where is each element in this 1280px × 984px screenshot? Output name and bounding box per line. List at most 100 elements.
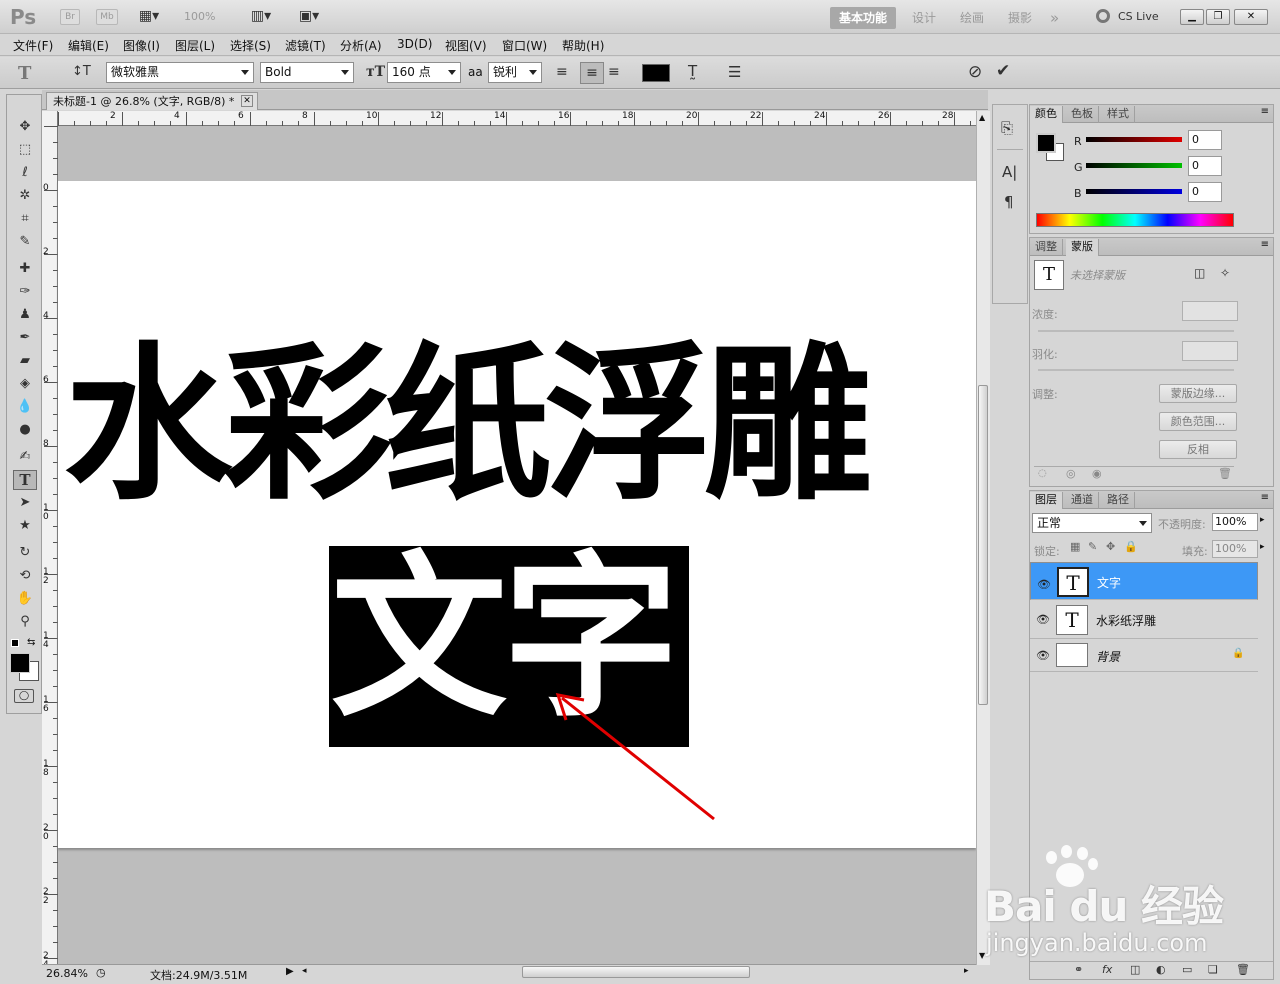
brush-tool-icon[interactable]: ✑ xyxy=(13,282,37,302)
swap-colors-icon[interactable]: ⇆ xyxy=(27,637,35,648)
history-brush-tool-icon[interactable]: ✒ xyxy=(13,328,37,348)
menu-3d[interactable]: 3D(D) xyxy=(397,37,432,51)
align-right-icon[interactable]: ≡ xyxy=(608,64,620,80)
clone-stamp-tool-icon[interactable]: ♟ xyxy=(13,305,37,325)
3d-rotate-tool-icon[interactable]: ↻ xyxy=(13,543,37,563)
color-spectrum-bar[interactable] xyxy=(1036,213,1234,227)
arrange-documents-icon[interactable]: ▥▾ xyxy=(244,8,278,24)
menu-analysis[interactable]: 分析(A) xyxy=(340,37,382,54)
path-selection-tool-icon[interactable]: ➤ xyxy=(13,493,37,513)
channel-g-slider[interactable] xyxy=(1086,163,1182,168)
channel-b-field[interactable]: 0 xyxy=(1188,182,1222,202)
menu-file[interactable]: 文件(F) xyxy=(13,37,53,54)
paragraph-panel-icon[interactable]: ¶ xyxy=(1004,193,1014,211)
tab-adjustments[interactable]: 调整 xyxy=(1030,239,1063,256)
opacity-field[interactable]: 100% xyxy=(1212,513,1258,531)
scroll-right-icon[interactable]: ▸ xyxy=(964,966,969,976)
tab-swatches[interactable]: 色板 xyxy=(1066,106,1099,123)
status-zoom[interactable]: 26.84% xyxy=(46,967,88,980)
status-preview-icon[interactable]: ◷ xyxy=(96,966,106,979)
hand-tool-icon[interactable]: ✋ xyxy=(13,589,37,609)
visibility-eye-icon[interactable]: 👁 xyxy=(1036,613,1050,626)
font-size-select[interactable]: 160 点 xyxy=(387,62,461,83)
menu-view[interactable]: 视图(V) xyxy=(445,37,487,54)
visibility-eye-icon[interactable]: 👁 xyxy=(1037,575,1051,594)
tab-channels[interactable]: 通道 xyxy=(1066,492,1099,509)
workspace-essentials-button[interactable]: 基本功能 xyxy=(830,7,896,29)
add-vector-mask-icon[interactable]: ✧ xyxy=(1220,266,1230,280)
menu-edit[interactable]: 编辑(E) xyxy=(68,37,109,54)
character-panel-dock-icon[interactable]: A| xyxy=(1002,163,1017,181)
channel-r-field[interactable]: 0 xyxy=(1188,130,1222,150)
shape-tool-icon[interactable]: ★ xyxy=(13,516,37,536)
zoom-tool-icon[interactable]: ⚲ xyxy=(13,612,37,632)
menu-filter[interactable]: 滤镜(T) xyxy=(285,37,326,54)
text-orientation-icon[interactable]: ↕T xyxy=(72,64,91,79)
minimize-button[interactable]: ▁ xyxy=(1180,9,1204,25)
cslive-button[interactable]: CS Live xyxy=(1118,10,1159,23)
apply-mask-icon[interactable]: ◎ xyxy=(1066,467,1076,480)
scroll-up-icon[interactable]: ▲ xyxy=(979,113,985,122)
feather-field[interactable] xyxy=(1182,341,1238,361)
color-fg-swatch[interactable] xyxy=(1036,133,1056,153)
panel-menu-icon[interactable]: ≡ xyxy=(1261,106,1269,117)
move-tool-icon[interactable]: ✥ xyxy=(13,117,37,137)
menu-image[interactable]: 图像(I) xyxy=(123,37,160,54)
visibility-eye-icon[interactable]: 👁 xyxy=(1036,649,1050,662)
type-tool-icon[interactable]: T xyxy=(13,470,37,490)
font-family-select[interactable]: 微软雅黑 xyxy=(106,62,254,83)
3d-orbit-tool-icon[interactable]: ⟲ xyxy=(13,566,37,586)
eraser-tool-icon[interactable]: ▰ xyxy=(13,351,37,371)
menu-select[interactable]: 选择(S) xyxy=(230,37,271,54)
blur-tool-icon[interactable]: 💧 xyxy=(13,397,37,417)
main-text-layer[interactable]: 水彩纸浮雕 xyxy=(64,325,872,525)
workspace-photography-button[interactable]: 摄影 xyxy=(1008,8,1032,28)
density-slider[interactable] xyxy=(1038,330,1234,332)
antialias-select[interactable]: 锐利 xyxy=(488,62,542,83)
screen-mode-icon[interactable]: ▣▾ xyxy=(292,8,326,24)
lock-position-icon[interactable]: ✥ xyxy=(1106,540,1115,553)
tab-masks[interactable]: 蒙版 xyxy=(1066,239,1099,256)
vertical-scrollbar[interactable]: ▲ ▼ xyxy=(976,111,990,965)
view-extras-icon[interactable]: ▦▾ xyxy=(132,8,166,24)
close-window-button[interactable]: ✕ xyxy=(1234,9,1268,25)
add-pixel-mask-icon[interactable]: ◫ xyxy=(1194,266,1205,280)
lasso-tool-icon[interactable]: ℓ xyxy=(13,163,37,183)
tab-layers[interactable]: 图层 xyxy=(1030,492,1063,509)
lock-transparency-icon[interactable]: ▦ xyxy=(1070,540,1080,553)
history-panel-icon[interactable]: ⎘ xyxy=(1001,119,1013,137)
fill-arrow-icon[interactable]: ▸ xyxy=(1260,542,1265,552)
layer-name[interactable]: 背景 xyxy=(1096,648,1120,665)
invert-button[interactable]: 反相 xyxy=(1159,440,1237,459)
lock-pixels-icon[interactable]: ✎ xyxy=(1088,540,1097,553)
menu-window[interactable]: 窗口(W) xyxy=(502,37,547,54)
load-selection-icon[interactable]: ◌ xyxy=(1038,468,1047,479)
font-style-select[interactable]: Bold xyxy=(260,62,354,83)
channel-g-field[interactable]: 0 xyxy=(1188,156,1222,176)
toggle-mask-icon[interactable]: ◉ xyxy=(1092,467,1102,480)
marquee-tool-icon[interactable]: ⬚ xyxy=(13,140,37,160)
close-tab-icon[interactable]: ✕ xyxy=(241,95,253,107)
tab-styles[interactable]: 样式 xyxy=(1102,106,1135,123)
layer-name[interactable]: 水彩纸浮雕 xyxy=(1096,612,1156,629)
bridge-button[interactable]: Br xyxy=(60,9,80,25)
workspace-design-button[interactable]: 设计 xyxy=(912,8,936,28)
layers-panel-menu-icon[interactable]: ≡ xyxy=(1261,492,1269,503)
cancel-icon[interactable]: ⊘ xyxy=(968,62,982,82)
masks-panel-menu-icon[interactable]: ≡ xyxy=(1261,239,1269,250)
quick-mask-icon[interactable]: ◯ xyxy=(14,689,34,703)
channel-b-slider[interactable] xyxy=(1086,189,1182,194)
paint-bucket-tool-icon[interactable]: ◈ xyxy=(13,374,37,394)
channel-r-slider[interactable] xyxy=(1086,137,1182,142)
layer-row-text[interactable]: 👁 T 文字 xyxy=(1030,562,1258,600)
mask-edge-button[interactable]: 蒙版边缘... xyxy=(1159,384,1237,403)
magic-wand-tool-icon[interactable]: ✲ xyxy=(13,186,37,206)
crop-tool-icon[interactable]: ⌗ xyxy=(13,209,37,229)
minibridge-button[interactable]: Mb xyxy=(96,9,118,25)
commit-icon[interactable]: ✔ xyxy=(996,61,1010,81)
blend-mode-select[interactable]: 正常 xyxy=(1032,513,1152,533)
menu-help[interactable]: 帮助(H) xyxy=(562,37,604,54)
restore-button[interactable]: ❐ xyxy=(1206,9,1230,25)
tab-paths[interactable]: 路径 xyxy=(1102,492,1135,509)
layer-row-background[interactable]: 👁 背景 🔒 xyxy=(1030,640,1258,672)
